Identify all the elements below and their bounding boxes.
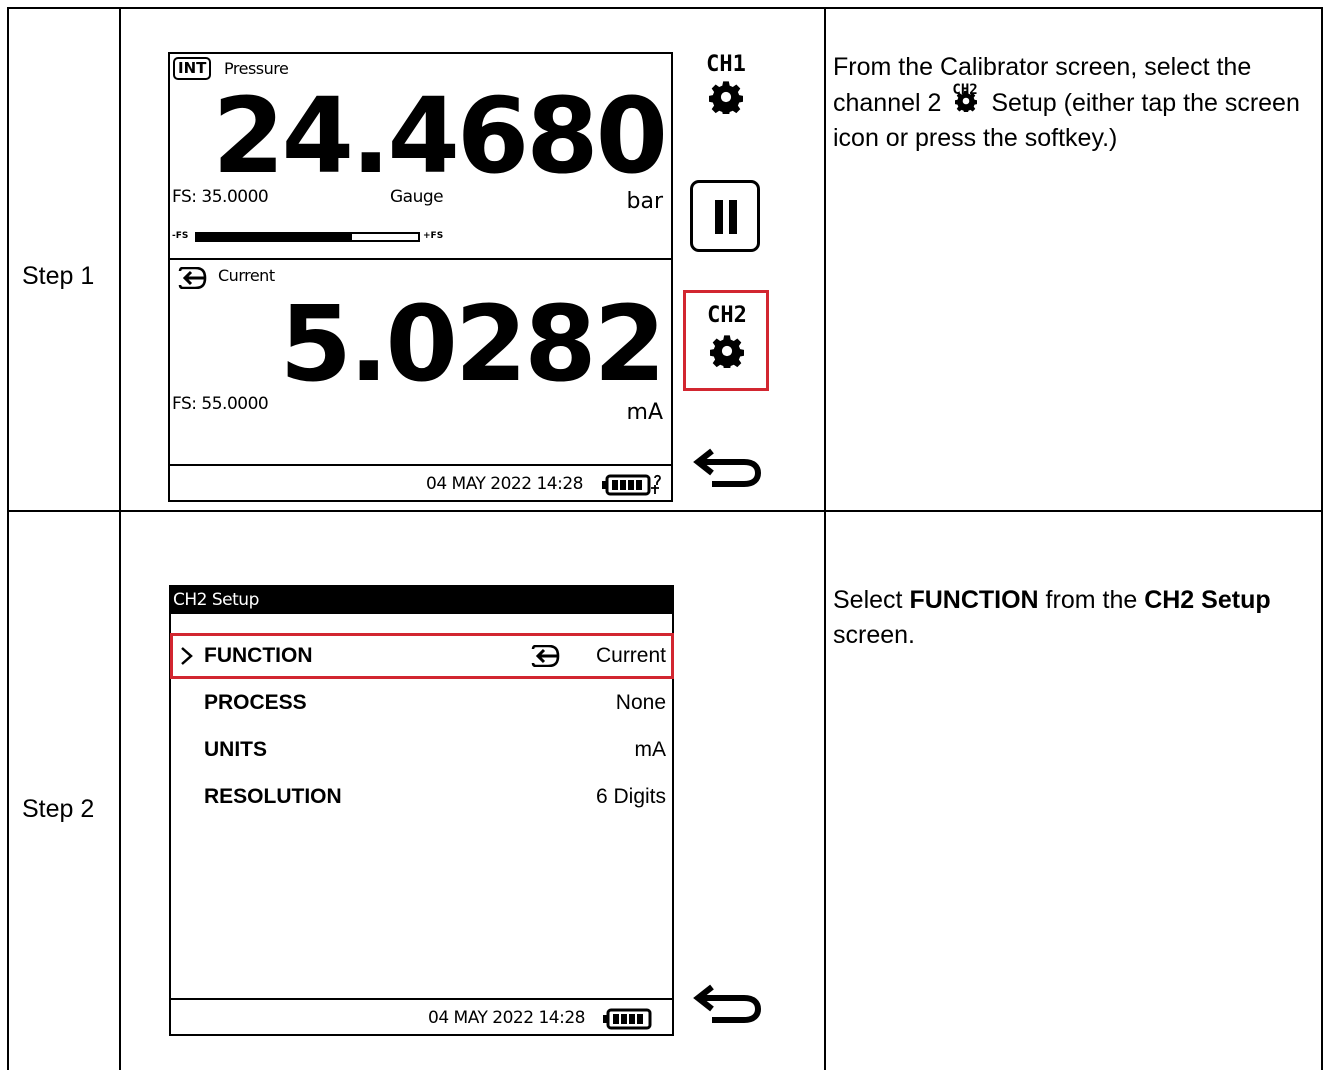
pause-button[interactable]: [690, 180, 760, 252]
gear-icon: [709, 81, 743, 114]
status-bar: 04 MAY 2022 14:28: [168, 464, 673, 502]
int-badge: INT: [173, 57, 212, 80]
ch2-unit: mA: [626, 400, 663, 425]
table-column-divider: [824, 7, 826, 1070]
ch2-full-scale: FS: 55.0000: [172, 394, 269, 414]
step-2-label: Step 2: [22, 795, 95, 823]
status-datetime: 04 MAY 2022 14:28: [426, 474, 583, 494]
instruction-text: screen.: [833, 621, 915, 649]
instruction-text: from the: [1045, 586, 1138, 614]
screen-title-bar: CH2 Setup: [169, 585, 674, 616]
step-2-instruction: Select FUNCTION from the CH2 Setup scree…: [833, 583, 1318, 653]
ch2-setup-inline-icon: CH2: [948, 82, 984, 115]
ch2-reading: 5.0282: [279, 283, 666, 405]
ch1-reading: 24.4680: [212, 75, 668, 197]
battery-icon: [602, 474, 661, 496]
table-column-divider: [119, 7, 121, 1070]
range-bar-min: -FS: [172, 231, 189, 241]
back-arrow-icon[interactable]: [692, 448, 762, 492]
battery-icon: [603, 1008, 652, 1030]
menu-item-value: None: [615, 691, 666, 714]
input-arrow-icon: [178, 267, 207, 289]
menu-item-label: RESOLUTION: [204, 785, 342, 808]
range-bar: [195, 232, 420, 242]
step-1-label: Step 1: [22, 262, 95, 290]
ch2-panel[interactable]: Current 5.0282 FS: 55.0000 mA: [168, 258, 673, 466]
ch2-setup-highlight: [683, 290, 769, 391]
ch1-panel[interactable]: INT Pressure 24.4680 FS: 35.0000 Gauge b…: [168, 52, 673, 260]
menu-item-value: mA: [634, 738, 667, 761]
instruction-bold: CH2 Setup: [1144, 586, 1271, 614]
menu-item-value: 6 Digits: [595, 785, 666, 808]
status-bar: 04 MAY 2022 14:28: [169, 998, 674, 1036]
gear-icon: [955, 90, 978, 112]
table-row-divider: [7, 510, 1323, 512]
back-arrow-icon[interactable]: [692, 984, 762, 1028]
screen-title: CH2 Setup: [173, 590, 259, 610]
pause-icon: [715, 200, 737, 234]
menu-item-label: PROCESS: [204, 691, 307, 714]
status-datetime: 04 MAY 2022 14:28: [428, 1008, 585, 1028]
function-highlight: [170, 633, 674, 679]
step-1-instruction: From the Calibrator screen, select the c…: [833, 50, 1318, 156]
ch1-unit: bar: [626, 189, 664, 214]
range-bar-fill: [197, 234, 352, 240]
range-bar-max: +FS: [423, 231, 444, 241]
ch1-pressure-mode: Gauge: [390, 187, 444, 207]
instruction-bold: FUNCTION: [909, 586, 1039, 614]
ch2-function: Current: [218, 266, 275, 285]
instruction-text: Select: [833, 586, 903, 614]
menu-item-label: UNITS: [204, 738, 267, 761]
ch1-full-scale: FS: 35.0000: [172, 187, 269, 207]
ch1-softkey-label: CH1: [706, 52, 746, 77]
